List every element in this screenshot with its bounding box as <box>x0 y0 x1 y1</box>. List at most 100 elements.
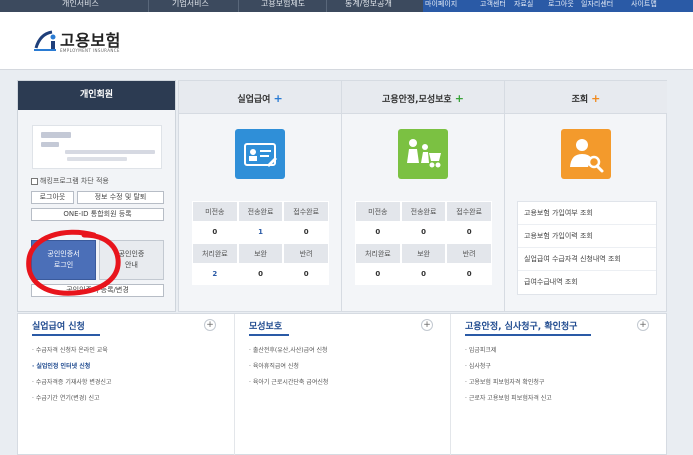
status-header: 보완 <box>400 243 447 264</box>
nav-statistics[interactable]: 통계/정보공개 <box>345 0 392 9</box>
bottom-link[interactable]: · 근로자 고용보험 피보험자격 신고 <box>465 393 552 402</box>
logo-subtext: EMPLOYMENT INSURANCE <box>60 48 120 53</box>
inquiry-item-eligibility[interactable]: 실업급여 수급자격 신청내역 조회 <box>518 248 656 271</box>
maternity-title[interactable]: 모성보호 <box>249 319 282 332</box>
status-value: 0 <box>400 264 447 285</box>
status-value-link[interactable]: 2 <box>192 264 238 285</box>
maternity-section: 모성보호 + · 출산전후(유산,사산)급여 신청 · 육아휴직급여 신청 · … <box>235 314 451 455</box>
plus-icon[interactable]: + <box>591 92 600 105</box>
status-value: 0 <box>446 264 493 285</box>
unemployment-apply-title[interactable]: 실업급여 신청 <box>32 319 85 332</box>
bottom-link[interactable]: · 육아휴직급여 신청 <box>249 361 299 370</box>
bottom-link-label: 육아휴직급여 신청 <box>252 363 299 370</box>
inquiry-item-history[interactable]: 고용보험 가입이력 조회 <box>518 225 656 248</box>
nav-company-service[interactable]: 기업서비스 <box>172 0 209 9</box>
blurred-user-text <box>41 142 59 147</box>
service-status-area: 실업급여 + 미전송 전송완료 접수완료 0 1 0 처리완료 보완 반려 2 … <box>178 80 667 312</box>
family-stroller-icon <box>398 129 448 179</box>
cert-guide-button[interactable]: 공인인증 안내 <box>99 240 164 280</box>
plus-icon[interactable]: + <box>421 319 433 331</box>
bottom-link[interactable]: · 심사청구 <box>465 361 491 370</box>
blurred-user-name <box>41 132 71 138</box>
unemployment-status-grid: 미전송 전송완료 접수완료 0 1 0 처리완료 보완 반려 2 0 0 <box>192 201 330 285</box>
nav-separator <box>238 0 239 12</box>
nav-sitemap[interactable]: 자료실 <box>514 0 533 9</box>
inquiry-header[interactable]: 조회 + <box>505 81 667 114</box>
status-value-link[interactable]: 1 <box>237 222 284 243</box>
status-header: 처리완료 <box>355 243 401 264</box>
employment-maternity-column: 고용안정,모성보호 + 미전송 전송완료 접수완료 0 0 0 처리완료 보완 … <box>342 81 505 311</box>
unemployment-benefit-title: 실업급여 <box>237 95 271 105</box>
blurred-user-text <box>65 150 155 154</box>
cert-login-label-1: 공인인증서 <box>47 250 80 258</box>
bottom-link-label: 근로자 고용보험 피보험자격 신고 <box>468 395 552 402</box>
nav-separator <box>148 0 149 12</box>
status-header: 미전송 <box>192 201 238 222</box>
status-header: 전송완료 <box>237 201 284 222</box>
nav-job-center[interactable]: 일자리센터 <box>581 0 613 9</box>
inquiry-item-benefit[interactable]: 급여수급내역 조회 <box>518 271 656 294</box>
unemployment-apply-section: 실업급여 신청 + · 수급자격 신청자 온라인 교육 · 실업인정 인터넷 신… <box>18 314 235 455</box>
user-info-box <box>32 125 162 169</box>
plus-icon[interactable]: + <box>273 92 282 105</box>
nav-customer-center[interactable]: 고객센터 <box>480 0 506 9</box>
person-search-icon <box>561 129 611 179</box>
nav-mypage[interactable]: 마이페이지 <box>425 0 457 9</box>
edit-profile-button[interactable]: 정보 수정 및 탈퇴 <box>77 191 164 204</box>
status-header: 접수완료 <box>283 201 330 222</box>
employment-maternity-header[interactable]: 고용안정,모성보호 + <box>342 81 504 114</box>
bottom-link[interactable]: · 수급자격 신청자 온라인 교육 <box>32 345 108 354</box>
bottom-link-label: 육아기 근로시간단축 급여신청 <box>252 379 329 386</box>
bottom-link[interactable]: · 고용보험 피보험자격 확인청구 <box>465 377 544 386</box>
bottom-link-label: 수급자격증 기재사항 변경신고 <box>35 379 112 386</box>
status-value: 0 <box>355 222 401 243</box>
bottom-link[interactable]: · 출산전후(유산,사산)급여 신청 <box>249 345 328 354</box>
cert-guide-label-1: 공인인증 <box>118 250 145 258</box>
cert-login-label-2: 로그인 <box>53 261 74 269</box>
employment-stability-title[interactable]: 고용안정, 심사청구, 확인청구 <box>465 319 577 332</box>
bottom-link[interactable]: · 실업인정 인터넷 신청 <box>32 361 90 370</box>
logout-button[interactable]: 로그아웃 <box>31 191 74 204</box>
top-navigation: 개인서비스 기업서비스 고용보험제도 통계/정보공개 마이페이지 고객센터 자료… <box>0 0 693 12</box>
plus-icon[interactable]: + <box>637 319 649 331</box>
cert-register-button[interactable]: 공인인증서 등록/변경 <box>31 284 164 297</box>
status-header: 반려 <box>283 243 330 264</box>
plus-icon[interactable]: + <box>455 92 464 105</box>
bottom-link[interactable]: · 육아기 근로시간단축 급여신청 <box>249 377 328 386</box>
employment-status-grid: 미전송 전송완료 접수완료 0 0 0 처리완료 보완 반려 0 0 0 <box>355 201 493 285</box>
nav-logout[interactable]: 로그아웃 <box>548 0 574 9</box>
inquiry-item-enrollment[interactable]: 고용보험 가입여부 조회 <box>518 202 656 225</box>
login-panel: 개인회원 해킹프로그램 차단 적용 로그아웃 정보 수정 및 탈퇴 ONE-ID… <box>17 80 176 312</box>
bottom-link[interactable]: · 수급자격증 기재사항 변경신고 <box>32 377 111 386</box>
title-underline <box>32 334 100 336</box>
status-header: 접수완료 <box>446 201 493 222</box>
nav-data-room[interactable]: 사이트맵 <box>631 0 657 9</box>
bottom-link[interactable]: · 임금피크제 <box>465 345 496 354</box>
bottom-service-links: 실업급여 신청 + · 수급자격 신청자 온라인 교육 · 실업인정 인터넷 신… <box>17 313 667 455</box>
site-header: 고용보험 EMPLOYMENT INSURANCE <box>0 12 693 70</box>
bottom-link-label: 수급자격 신청자 온라인 교육 <box>35 347 108 354</box>
bottom-link-label: 임금피크제 <box>468 347 497 354</box>
nav-personal-service[interactable]: 개인서비스 <box>62 0 99 9</box>
employment-maternity-title: 고용안정,모성보호 <box>382 95 452 105</box>
status-value: 0 <box>355 264 401 285</box>
page-root: 개인서비스 기업서비스 고용보험제도 통계/정보공개 마이페이지 고객센터 자료… <box>0 0 693 455</box>
plus-icon[interactable]: + <box>204 319 216 331</box>
login-panel-title: 개인회원 <box>18 81 175 110</box>
hacking-block-option[interactable]: 해킹프로그램 차단 적용 <box>31 176 109 186</box>
cert-login-button[interactable]: 공인인증서 로그인 <box>31 240 96 280</box>
status-header: 전송완료 <box>400 201 447 222</box>
oneid-register-button[interactable]: ONE-ID 통합회원 등록 <box>31 208 164 221</box>
bottom-link-label: 심사청구 <box>468 363 491 370</box>
cert-guide-label-2: 안내 <box>125 261 138 269</box>
unemployment-benefit-header[interactable]: 실업급여 + <box>179 81 341 114</box>
id-card-icon <box>235 129 285 179</box>
site-logo[interactable]: 고용보험 EMPLOYMENT INSURANCE <box>32 28 142 58</box>
bottom-link[interactable]: · 수급기간 연기(변경) 신고 <box>32 393 100 402</box>
inquiry-column: 조회 + 고용보험 가입여부 조회 고용보험 가입이력 조회 실업급여 수급자격 … <box>505 81 668 311</box>
hacking-block-checkbox[interactable] <box>31 177 38 185</box>
status-header: 반려 <box>446 243 493 264</box>
nav-insurance-system[interactable]: 고용보험제도 <box>261 0 305 9</box>
title-underline <box>249 334 289 336</box>
bottom-link-label: 고용보험 피보험자격 확인청구 <box>468 379 545 386</box>
